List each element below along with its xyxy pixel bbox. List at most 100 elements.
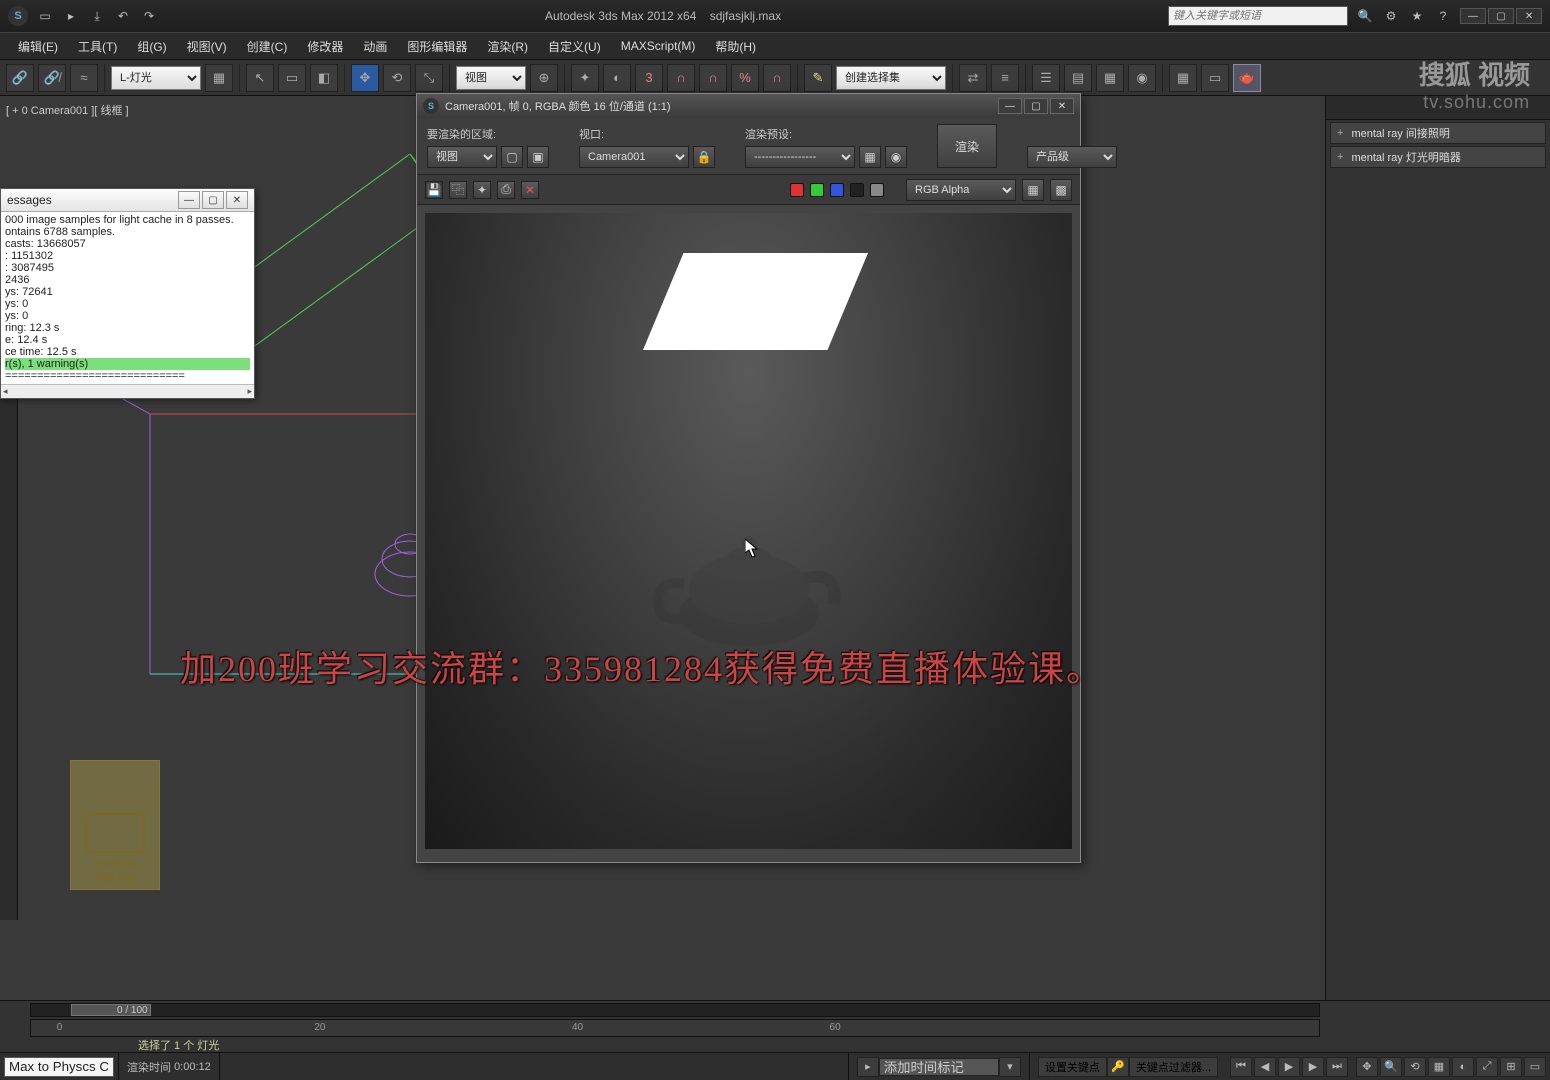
- render-icon[interactable]: 🫖: [1233, 64, 1261, 92]
- save-icon[interactable]: ⤓: [88, 7, 106, 25]
- area-select[interactable]: 视图: [427, 146, 497, 168]
- rollout-shader[interactable]: mental ray 灯光明暗器: [1330, 146, 1546, 168]
- goto-end-icon[interactable]: ⏭: [1326, 1057, 1348, 1077]
- messages-title[interactable]: essages — ▢ ✕: [1, 189, 254, 212]
- center-icon[interactable]: ⊕: [530, 64, 558, 92]
- rw-close-button[interactable]: ✕: [1050, 98, 1074, 114]
- tool-b-icon[interactable]: ★: [1408, 7, 1426, 25]
- snap4-icon[interactable]: ∩: [763, 64, 791, 92]
- search-icon[interactable]: 🔍: [1356, 7, 1374, 25]
- new-icon[interactable]: ▭: [36, 7, 54, 25]
- overlay-a-icon[interactable]: ▦: [1022, 179, 1044, 201]
- named-sel-icon[interactable]: ✎: [804, 64, 832, 92]
- spinner-snap-icon[interactable]: ∩: [667, 64, 695, 92]
- schem-icon[interactable]: ▦: [1096, 64, 1124, 92]
- menu-tools[interactable]: 工具(T): [68, 34, 127, 59]
- menu-group[interactable]: 组(G): [127, 34, 176, 59]
- menu-anim[interactable]: 动画: [353, 34, 397, 59]
- tag-icon[interactable]: ▸: [857, 1057, 879, 1077]
- menu-render[interactable]: 渲染(R): [477, 34, 538, 59]
- curve-ed-icon[interactable]: ▤: [1064, 64, 1092, 92]
- tag-menu-icon[interactable]: ▾: [999, 1057, 1021, 1077]
- menu-create[interactable]: 创建(C): [237, 34, 298, 59]
- render-button[interactable]: 渲染: [937, 124, 997, 168]
- zoom-icon[interactable]: 🔍: [1380, 1057, 1402, 1077]
- mono-channel[interactable]: [870, 183, 884, 197]
- select-icon[interactable]: ↖: [246, 64, 274, 92]
- goto-start-icon[interactable]: ⏮: [1230, 1057, 1252, 1077]
- alpha-channel[interactable]: [850, 183, 864, 197]
- menu-edit[interactable]: 编辑(E): [8, 34, 68, 59]
- clear-icon[interactable]: ✕: [521, 181, 539, 199]
- viewport-label[interactable]: [ + 0 Camera001 ][ 线框 ]: [6, 102, 129, 118]
- select-rect-icon[interactable]: ▭: [278, 64, 306, 92]
- preset-a-icon[interactable]: ▦: [859, 146, 881, 168]
- selset-select[interactable]: 创建选择集: [836, 66, 946, 90]
- select-paint-icon[interactable]: ◧: [310, 64, 338, 92]
- minimize-button[interactable]: —: [1460, 8, 1486, 24]
- nav-b-icon[interactable]: ⤢: [1476, 1057, 1498, 1077]
- nav-c-icon[interactable]: ⊞: [1500, 1057, 1522, 1077]
- help-icon[interactable]: ?: [1434, 7, 1452, 25]
- clone-icon[interactable]: ✦: [473, 181, 491, 199]
- rw-minimize-button[interactable]: —: [998, 98, 1022, 114]
- angle-snap-icon[interactable]: ◐: [603, 64, 631, 92]
- layer-mgr-icon[interactable]: ☰: [1032, 64, 1060, 92]
- undo-icon[interactable]: ↶: [114, 7, 132, 25]
- menu-modifiers[interactable]: 修改器: [297, 34, 353, 59]
- orbit-icon[interactable]: ⟲: [1404, 1057, 1426, 1077]
- render-setup-icon[interactable]: ▦: [1169, 64, 1197, 92]
- link-icon[interactable]: 🔗: [6, 64, 34, 92]
- region-icon[interactable]: ▢: [501, 146, 523, 168]
- snap3-icon[interactable]: %: [731, 64, 759, 92]
- next-frame-icon[interactable]: ▶: [1302, 1057, 1324, 1077]
- maximize-button[interactable]: ▢: [1488, 8, 1514, 24]
- maximize-icon[interactable]: ▢: [202, 191, 224, 209]
- unlink-icon[interactable]: 🔗̸: [38, 64, 66, 92]
- play-icon[interactable]: ▶: [1278, 1057, 1300, 1077]
- copy-icon[interactable]: ⿻: [449, 181, 467, 199]
- render-window-titlebar[interactable]: S Camera001, 帧 0, RGBA 颜色 16 位/通道 (1:1) …: [417, 94, 1080, 118]
- menu-custom[interactable]: 自定义(U): [538, 34, 611, 59]
- nav-d-icon[interactable]: ▭: [1524, 1057, 1546, 1077]
- mat-ed-icon[interactable]: ◉: [1128, 64, 1156, 92]
- keyfilter-button[interactable]: 关键点过滤器...: [1129, 1057, 1218, 1077]
- time-tag-input[interactable]: [879, 1058, 999, 1076]
- pan-icon[interactable]: ✥: [1356, 1057, 1378, 1077]
- time-ruler[interactable]: 0 20 40 60: [30, 1019, 1320, 1037]
- product-select[interactable]: 产品级: [1027, 146, 1117, 168]
- redo-icon[interactable]: ↷: [140, 7, 158, 25]
- setkey-button[interactable]: 设置关键点: [1038, 1057, 1107, 1077]
- red-channel[interactable]: [790, 183, 804, 197]
- snap-icon[interactable]: ✦: [571, 64, 599, 92]
- rotate-icon[interactable]: ⟲: [383, 64, 411, 92]
- messages-scrollbar[interactable]: ◂▸: [1, 384, 254, 398]
- move-icon[interactable]: ✥: [351, 64, 379, 92]
- max-toggle-icon[interactable]: ▦: [1428, 1057, 1450, 1077]
- close-icon[interactable]: ✕: [226, 191, 248, 209]
- percent-snap-icon[interactable]: 3: [635, 64, 663, 92]
- scale-icon[interactable]: ⤡: [415, 64, 443, 92]
- blue-channel[interactable]: [830, 183, 844, 197]
- layer-select[interactable]: L-灯光: [111, 66, 201, 90]
- channel-select[interactable]: RGB Alpha: [906, 179, 1016, 201]
- crop-icon[interactable]: ▣: [527, 146, 549, 168]
- align-icon[interactable]: ≡: [991, 64, 1019, 92]
- rw-maximize-button[interactable]: ▢: [1024, 98, 1048, 114]
- prev-frame-icon[interactable]: ◀: [1254, 1057, 1276, 1077]
- time-slider[interactable]: 0 / 100: [30, 1003, 1320, 1017]
- filter-icon[interactable]: ▦: [205, 64, 233, 92]
- viewport-select[interactable]: Camera001: [579, 146, 689, 168]
- lock-icon[interactable]: 🔒: [693, 146, 715, 168]
- minimize-icon[interactable]: —: [178, 191, 200, 209]
- overlay-b-icon[interactable]: ▩: [1050, 179, 1072, 201]
- open-icon[interactable]: ▸: [62, 7, 80, 25]
- print-icon[interactable]: ⎙: [497, 181, 515, 199]
- preset-b-icon[interactable]: ◉: [885, 146, 907, 168]
- key-icon[interactable]: 🔑: [1107, 1057, 1129, 1077]
- preset-select[interactable]: -----------------: [745, 146, 855, 168]
- menu-view[interactable]: 视图(V): [177, 34, 237, 59]
- render-frame-icon[interactable]: ▭: [1201, 64, 1229, 92]
- tool-a-icon[interactable]: ⚙: [1382, 7, 1400, 25]
- snap2-icon[interactable]: ∩: [699, 64, 727, 92]
